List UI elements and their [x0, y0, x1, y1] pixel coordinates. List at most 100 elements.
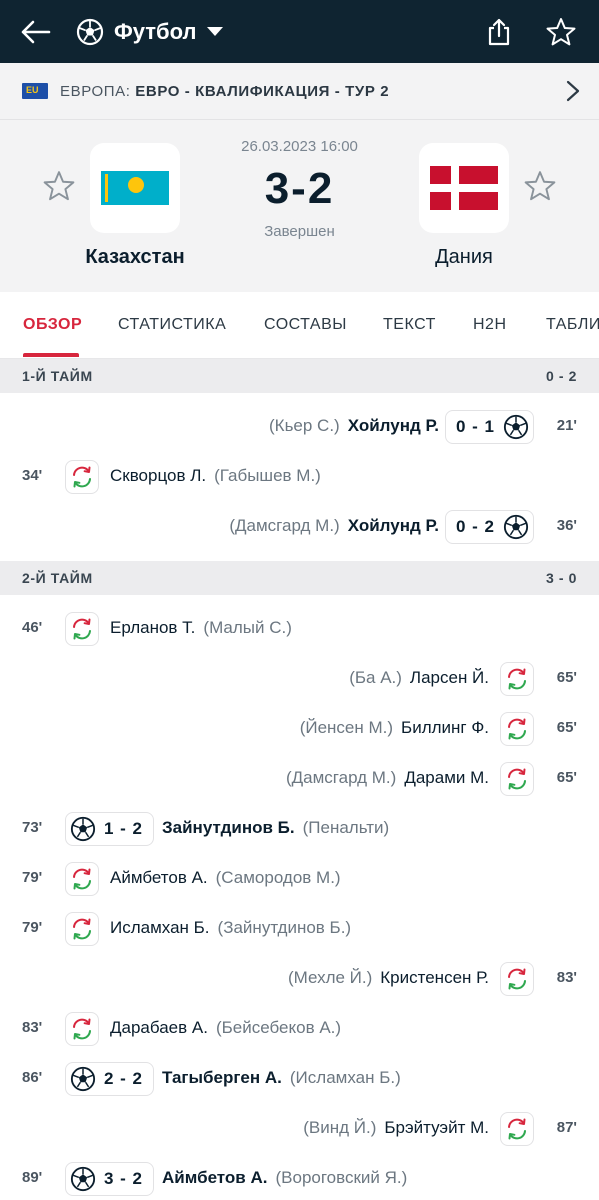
away-favorite-star-icon[interactable] [524, 170, 556, 202]
league-competition: ЕВРО - КВАЛИФИКАЦИЯ - ТУР 2 [135, 82, 390, 100]
event-row[interactable]: 21' 0 - 1 (Кьер С.) Хойлунд Р. [0, 401, 599, 451]
event-player[interactable]: Дарабаев А. [110, 1018, 208, 1037]
tab-bar: ОБЗОР СТАТИСТИКА СОСТАВЫ ТЕКСТ H2H ТАБЛИ [0, 292, 599, 359]
goal-score: 3 - 2 [104, 1169, 144, 1188]
event-row[interactable]: 65' (Йенсен М.) Биллинг Ф. [0, 703, 599, 753]
event-text: (Дамсгард М.) Дарами М. [286, 768, 489, 788]
events-first-half: 21' 0 - 1 (Кьер С.) Хойлунд Р. 34' Скворцов Л… [0, 393, 599, 561]
tab-overview[interactable]: ОБЗОР [23, 316, 82, 334]
event-minute: 21' [556, 417, 577, 434]
substitution-badge [500, 962, 534, 996]
event-row[interactable]: 65' (Ба А.) Ларсен Й. [0, 653, 599, 703]
goal-score-badge: 3 - 2 [65, 1162, 155, 1196]
event-player[interactable]: Ларсен Й. [410, 668, 489, 687]
soccer-ball-icon [70, 1166, 96, 1192]
substitution-badge [65, 1012, 99, 1046]
away-team-name[interactable]: Дания [384, 246, 544, 269]
event-player[interactable]: Хойлунд Р. [348, 416, 439, 435]
event-player[interactable]: Тагыберген А. [162, 1068, 282, 1087]
substitution-icon [508, 968, 526, 990]
event-row[interactable]: 79' Исламхан Б. (Зайнутдинов Б.) [0, 903, 599, 953]
event-assist: (Дамсгард М.) [229, 516, 340, 535]
event-player[interactable]: Исламхан Б. [110, 918, 210, 937]
soccer-ball-icon [76, 18, 104, 45]
home-team-name[interactable]: Казахстан [55, 246, 215, 269]
goal-score-badge: 0 - 2 [444, 510, 534, 544]
substitution-badge [65, 460, 99, 494]
event-text: (Дамсгард М.) Хойлунд Р. [229, 516, 439, 536]
event-player[interactable]: Ерланов Т. [110, 618, 195, 637]
section-score: 3 - 0 [545, 570, 577, 586]
sport-selector[interactable]: Футбол [76, 18, 223, 46]
share-icon[interactable] [481, 14, 517, 50]
tab-text[interactable]: ТЕКСТ [383, 316, 436, 334]
event-row[interactable]: 73' 1 - 2 Зайнутдинов Б. (Пенальти) [0, 803, 599, 853]
substitution-badge [65, 612, 99, 646]
event-text: (Кьер С.) Хойлунд Р. [269, 416, 439, 436]
event-assist: (Малый С.) [203, 618, 292, 637]
goal-score: 1 - 2 [104, 819, 144, 838]
event-player[interactable]: Кристенсен Р. [380, 968, 489, 987]
event-assist: (Мехле Й.) [287, 968, 373, 987]
away-team-logo[interactable] [419, 143, 509, 233]
event-row[interactable]: 87' (Винд Й.) Брэйтуэйт М. [0, 1103, 599, 1153]
event-text: Ерланов Т. (Малый С.) [110, 618, 292, 638]
event-assist: (Бейсебеков А.) [215, 1018, 342, 1037]
event-player[interactable]: Аймбетов А. [162, 1168, 267, 1187]
chevron-right-icon[interactable] [563, 80, 583, 102]
event-player[interactable]: Аймбетов А. [110, 868, 208, 887]
event-assist: (Самородов М.) [215, 868, 341, 887]
section-label: 1-Й ТАЙМ [22, 368, 93, 384]
event-player[interactable]: Брэйтуэйт М. [384, 1118, 489, 1137]
substitution-icon [73, 1018, 91, 1040]
section-label: 2-Й ТАЙМ [22, 570, 93, 586]
event-minute: 79' [22, 919, 43, 936]
substitution-icon [508, 718, 526, 740]
league-bar[interactable]: EU ЕВРОПА: ЕВРО - КВАЛИФИКАЦИЯ - ТУР 2 [0, 63, 599, 120]
event-row[interactable]: 36' 0 - 2 (Дамсгард М.) Хойлунд Р. [0, 501, 599, 551]
substitution-icon [73, 618, 91, 640]
section-first-half: 1-Й ТАЙМ 0 - 2 [0, 359, 599, 393]
event-row[interactable]: 89' 3 - 2 Аймбетов А. (Вороговский Я.) [0, 1153, 599, 1200]
event-text: Тагыберген А. (Исламхан Б.) [162, 1068, 401, 1088]
events-second-half: 46' Ерланов Т. (Малый С.) 65' (Ба А.) Ларсен … [0, 595, 599, 1200]
substitution-icon [73, 918, 91, 940]
goal-score-badge: 1 - 2 [65, 812, 155, 846]
event-row[interactable]: 79' Аймбетов А. (Самородов М.) [0, 853, 599, 903]
tab-statistics[interactable]: СТАТИСТИКА [118, 316, 226, 334]
event-text: Скворцов Л. (Габышев М.) [110, 466, 321, 486]
soccer-ball-icon [503, 514, 529, 540]
event-text: Аймбетов А. (Самородов М.) [110, 868, 341, 888]
event-minute: 83' [22, 1019, 43, 1036]
event-assist: (Пенальти) [302, 818, 390, 837]
event-minute: 65' [556, 669, 577, 686]
goal-score-badge: 0 - 1 [444, 410, 534, 444]
event-player[interactable]: Хойлунд Р. [348, 516, 439, 535]
tab-table[interactable]: ТАБЛИ [546, 316, 599, 334]
event-minute: 34' [22, 467, 43, 484]
event-row[interactable]: 86' 2 - 2 Тагыберген А. (Исламхан Б.) [0, 1053, 599, 1103]
match-status: Завершен [264, 223, 335, 240]
substitution-icon [508, 768, 526, 790]
event-player[interactable]: Дарами М. [404, 768, 489, 787]
back-arrow-icon[interactable] [18, 14, 54, 50]
event-row[interactable]: 83' (Мехле Й.) Кристенсен Р. [0, 953, 599, 1003]
event-assist: (Габышев М.) [214, 466, 321, 485]
event-row[interactable]: 34' Скворцов Л. (Габышев М.) [0, 451, 599, 501]
league-country: ЕВРОПА: [60, 82, 131, 100]
substitution-icon [508, 1118, 526, 1140]
event-assist: (Дамсгард М.) [285, 768, 397, 787]
event-row[interactable]: 46' Ерланов Т. (Малый С.) [0, 603, 599, 653]
event-player[interactable]: Зайнутдинов Б. [162, 818, 295, 837]
event-player[interactable]: Скворцов Л. [110, 466, 206, 485]
event-minute: 83' [556, 969, 577, 986]
event-text: (Йенсен М.) Биллинг Ф. [300, 718, 489, 738]
event-row[interactable]: 83' Дарабаев А. (Бейсебеков А.) [0, 1003, 599, 1053]
tab-h2h[interactable]: H2H [473, 316, 507, 334]
favorite-star-icon[interactable] [543, 14, 579, 50]
match-datetime: 26.03.2023 16:00 [241, 138, 358, 155]
event-assist: (Йенсен М.) [299, 718, 394, 737]
event-row[interactable]: 65' (Дамсгард М.) Дарами М. [0, 753, 599, 803]
tab-lineups[interactable]: СОСТАВЫ [264, 316, 347, 334]
event-player[interactable]: Биллинг Ф. [401, 718, 489, 737]
